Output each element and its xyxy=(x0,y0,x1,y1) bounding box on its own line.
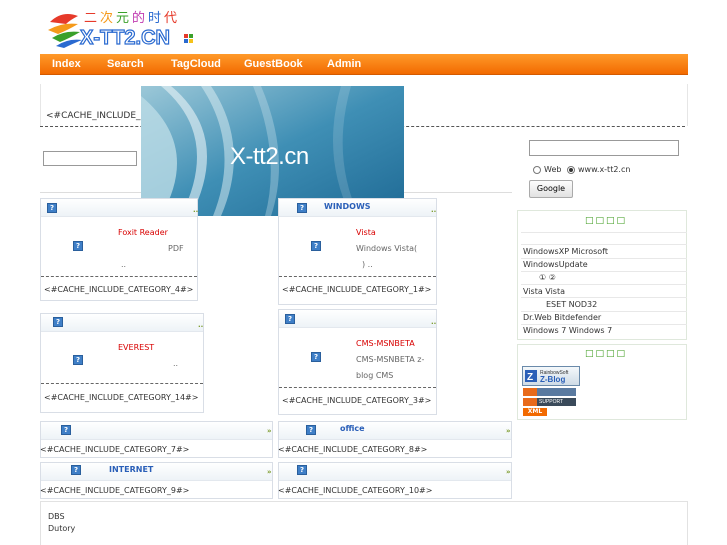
panel-2-title: □□□□ xyxy=(585,349,628,359)
nav-admin[interactable]: Admin xyxy=(327,58,361,70)
post-desc: PDF xyxy=(168,244,184,253)
more-icon[interactable]: .. xyxy=(193,206,198,214)
site-radio-label: www.x-tt2.cn xyxy=(578,165,631,174)
nav-guestbook[interactable]: GuestBook xyxy=(244,58,303,70)
divider xyxy=(41,383,203,384)
site-search-input[interactable] xyxy=(43,151,137,166)
sidebar-link[interactable]: WindowsXP Microsoft xyxy=(523,247,608,256)
divider xyxy=(521,284,687,285)
logo-text: X-TT2.CN xyxy=(80,27,170,49)
box-label[interactable]: INTERNET xyxy=(109,465,153,474)
more-icon[interactable]: » xyxy=(506,427,511,435)
help-icon: ? xyxy=(311,241,321,251)
help-icon: ? xyxy=(73,355,83,365)
box-header xyxy=(279,310,436,328)
nav-index[interactable]: Index xyxy=(52,58,81,70)
google-search-input[interactable] xyxy=(529,140,679,156)
post-desc-more: ) .. xyxy=(362,260,373,269)
category-placeholder: <#CACHE_INCLUDE_CATEGORY_7#> xyxy=(40,445,190,454)
svg-text:元: 元 xyxy=(116,11,129,26)
footer xyxy=(40,501,688,545)
sidebar-link[interactable]: ESET NOD32 xyxy=(546,300,597,309)
help-icon: ? xyxy=(73,241,83,251)
box-header xyxy=(279,463,511,481)
category-placeholder: <#CACHE_INCLUDE_CATEGORY_10#> xyxy=(278,486,433,495)
post-desc: CMS-MSNBETA z- xyxy=(356,355,425,364)
help-icon: ? xyxy=(53,317,63,327)
help-icon: ? xyxy=(47,203,57,213)
more-icon[interactable]: » xyxy=(267,427,272,435)
help-icon: ? xyxy=(297,465,307,475)
xhtml-badge[interactable] xyxy=(523,388,576,396)
post-desc: Windows Vista( xyxy=(356,244,418,253)
nav-tagcloud[interactable]: TagCloud xyxy=(171,58,221,70)
box-label[interactable]: office xyxy=(340,424,365,433)
category-placeholder: <#CACHE_INCLUDE_CATEGORY_14#> xyxy=(44,393,199,402)
post-desc-more: blog CMS xyxy=(356,371,394,380)
divider xyxy=(521,232,687,233)
divider xyxy=(521,324,687,325)
category-placeholder: <#CACHE_INCLUDE_CATEGORY_9#> xyxy=(40,486,190,495)
sidebar-link[interactable]: WindowsUpdate xyxy=(523,260,588,269)
post-link[interactable]: CMS-MSNBETA xyxy=(356,339,415,348)
svg-text:时: 时 xyxy=(148,11,161,26)
sidebar-link[interactable]: Windows 7 Windows 7 xyxy=(523,326,612,335)
divider xyxy=(521,297,687,298)
divider xyxy=(521,258,687,259)
category-placeholder: <#CACHE_INCLUDE_CATEGORY_3#> xyxy=(282,396,432,405)
footer-line-1: DBS xyxy=(48,512,65,521)
help-icon: ? xyxy=(306,425,316,435)
post-link[interactable]: EVEREST xyxy=(118,343,154,352)
post-link[interactable]: Vista xyxy=(356,228,376,237)
banner-title: X-tt2.cn xyxy=(230,143,309,170)
footer-line-2: Dutory xyxy=(48,524,76,533)
sidebar-link[interactable]: Vista Vista xyxy=(523,287,565,296)
more-icon[interactable]: .. xyxy=(431,206,436,214)
nav-search[interactable]: Search xyxy=(107,58,144,70)
category-placeholder: <#CACHE_INCLUDE_CATEGORY_4#> xyxy=(44,285,194,294)
more-icon[interactable]: .. xyxy=(431,318,436,326)
post-desc-more: .. xyxy=(173,359,179,368)
svg-text:二: 二 xyxy=(84,11,97,26)
site-radio[interactable] xyxy=(567,166,575,174)
box-header xyxy=(41,422,272,440)
box-header xyxy=(41,199,197,217)
xml-badge[interactable]: XML xyxy=(523,408,547,416)
svg-text:Z: Z xyxy=(527,372,533,383)
more-icon[interactable]: .. xyxy=(198,321,203,329)
help-icon: ? xyxy=(71,465,81,475)
post-desc-more: .. xyxy=(121,260,127,269)
divider xyxy=(279,276,436,277)
help-icon: ? xyxy=(297,203,307,213)
help-icon: ? xyxy=(61,425,71,435)
wap-badge[interactable]: SUPPORT xyxy=(523,398,576,406)
more-icon[interactable]: » xyxy=(506,468,511,476)
post-link[interactable]: Foxit Reader xyxy=(118,228,168,237)
google-search-button[interactable]: Google xyxy=(529,180,573,198)
svg-text:次: 次 xyxy=(100,10,113,26)
svg-text:代: 代 xyxy=(164,11,177,26)
svg-text:的: 的 xyxy=(132,10,145,26)
more-icon[interactable]: » xyxy=(267,468,272,476)
web-radio-label: Web xyxy=(544,165,562,174)
help-icon: ? xyxy=(285,314,295,324)
sidebar-link[interactable]: Dr.Web Bitdefender xyxy=(523,313,601,322)
divider xyxy=(521,311,687,312)
category-placeholder: <#CACHE_INCLUDE_CATEGORY_1#> xyxy=(282,285,432,294)
web-radio[interactable] xyxy=(533,166,541,174)
box-label[interactable]: WINDOWS xyxy=(324,202,371,211)
panel-1-title: □□□□ xyxy=(585,216,628,226)
sidebar-link[interactable]: ① ② xyxy=(539,273,556,282)
main-nav: Index Search TagCloud GuestBook Admin xyxy=(40,54,688,75)
help-icon: ? xyxy=(311,352,321,362)
divider xyxy=(279,387,436,388)
divider xyxy=(521,271,687,272)
category-placeholder: <#CACHE_INCLUDE_CATEGORY_8#> xyxy=(278,445,428,454)
svg-text:Z-Blog: Z-Blog xyxy=(540,375,565,384)
divider xyxy=(521,244,687,245)
zblog-badge[interactable]: Z RainbowSoft Z-Blog xyxy=(522,366,580,386)
box-header xyxy=(41,314,203,332)
divider xyxy=(41,276,197,277)
site-logo[interactable]: 二 次 元 的 时 代 X-TT2.CN xyxy=(48,8,198,50)
